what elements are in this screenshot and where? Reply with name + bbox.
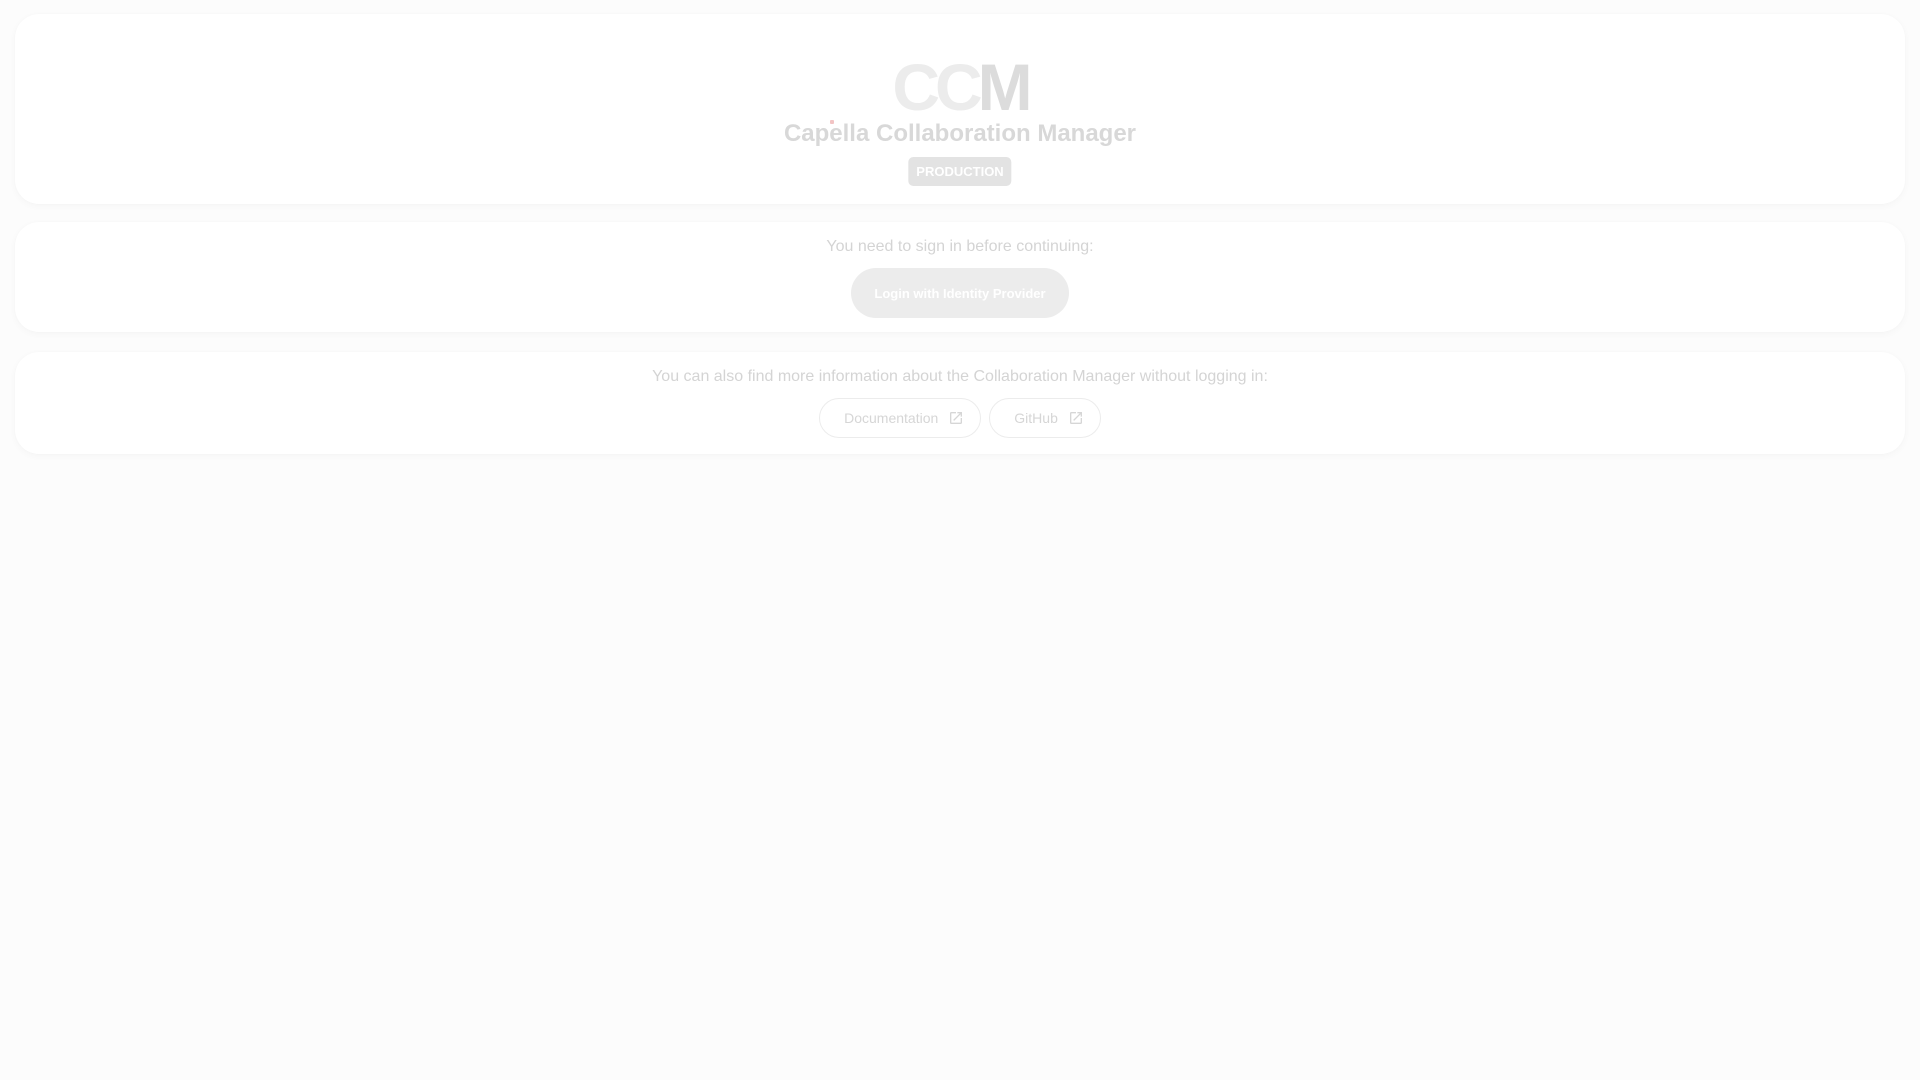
environment-badge: PRODUCTION bbox=[908, 157, 1012, 186]
logo-letter-c1: C bbox=[892, 50, 940, 124]
documentation-link-label: Documentation bbox=[844, 410, 939, 426]
login-card: You need to sign in before continuing: L… bbox=[15, 222, 1905, 332]
github-link-button[interactable]: GitHub bbox=[989, 398, 1101, 438]
open-in-new-icon bbox=[948, 410, 964, 426]
open-in-new-icon bbox=[1068, 410, 1084, 426]
github-link-label: GitHub bbox=[1014, 410, 1058, 426]
info-text: You can also find more information about… bbox=[652, 368, 1268, 385]
login-identity-provider-button[interactable]: Login with Identity Provider bbox=[851, 268, 1069, 318]
logo-letter-c2: C bbox=[935, 50, 983, 124]
logo-letter-m: M bbox=[977, 50, 1033, 124]
ccm-logo: CCM bbox=[15, 54, 1905, 120]
signin-prompt: You need to sign in before continuing: bbox=[826, 238, 1094, 255]
documentation-link-button[interactable]: Documentation bbox=[819, 398, 982, 438]
login-page: CCM Capella Collaboration Manager PRODUC… bbox=[0, 0, 1920, 1080]
mouse-cursor bbox=[830, 120, 834, 124]
header-card: CCM Capella Collaboration Manager PRODUC… bbox=[15, 14, 1905, 204]
info-card: You can also find more information about… bbox=[15, 352, 1905, 454]
external-links: Documentation GitHub bbox=[15, 398, 1905, 438]
app-title: Capella Collaboration Manager bbox=[783, 120, 1137, 147]
